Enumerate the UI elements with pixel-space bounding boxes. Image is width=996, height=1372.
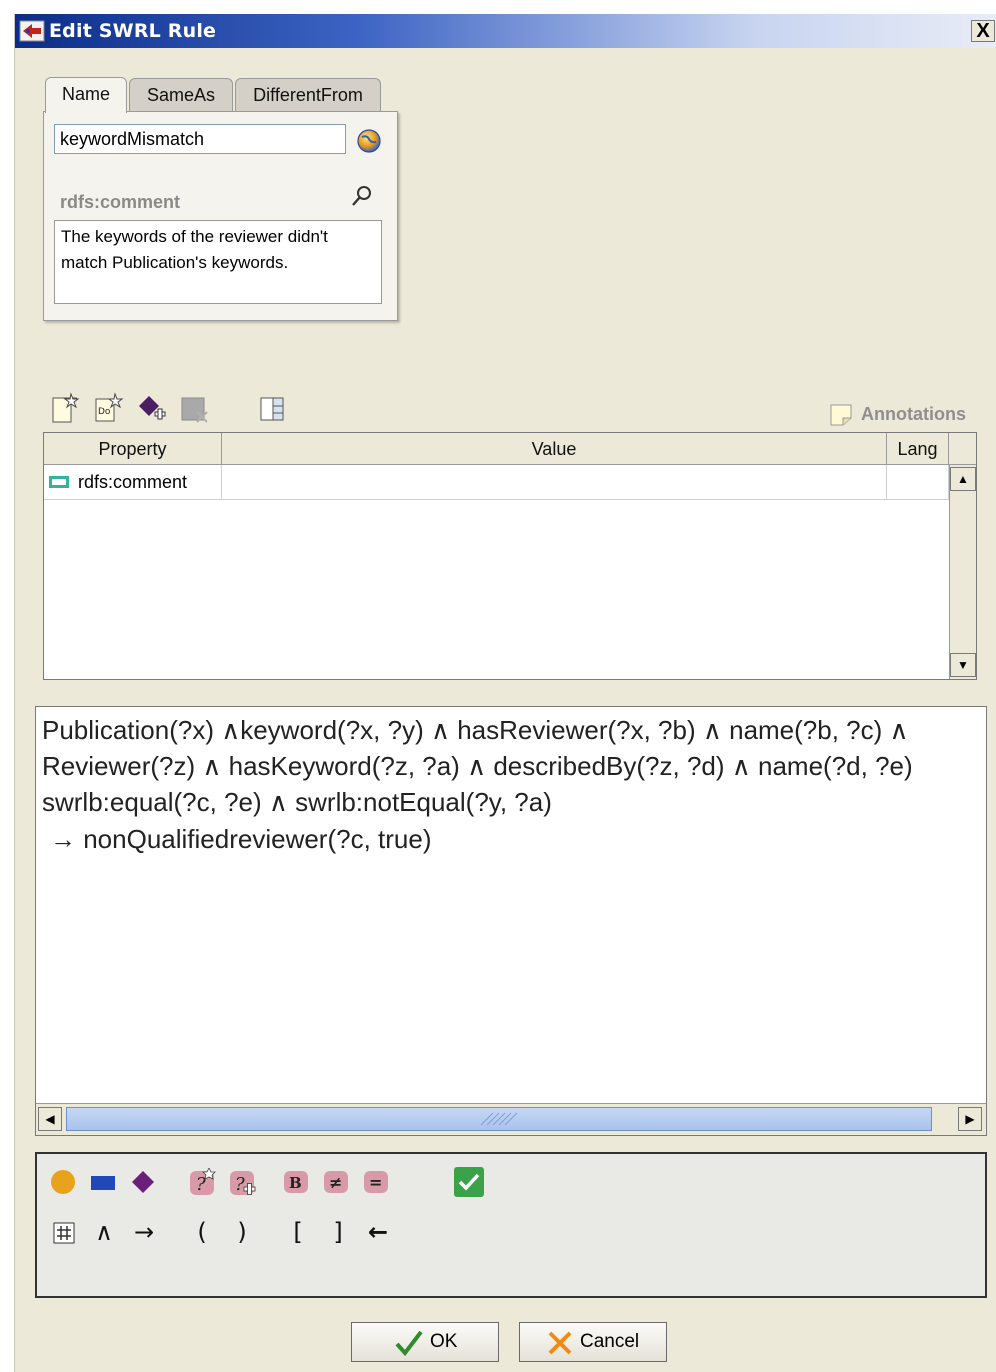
ok-check-icon (395, 1330, 423, 1357)
annotations-icon (830, 404, 852, 426)
tab-name[interactable]: Name (45, 77, 127, 113)
tab-sameas[interactable]: SameAs (129, 78, 233, 112)
column-header-corner (949, 433, 976, 465)
comment-textarea[interactable]: The keywords of the reviewer didn't matc… (54, 220, 382, 304)
name-panel: keywordMismatch rdfs:comment The keyword… (43, 111, 398, 321)
different-icon[interactable]: ≠ (323, 1168, 351, 1196)
builtin-icon[interactable]: B (283, 1168, 311, 1196)
scroll-right-icon[interactable]: ▶ (958, 1107, 982, 1131)
hash-symbol[interactable] (49, 1218, 79, 1250)
view-columns-icon[interactable] (257, 392, 289, 424)
ok-label: OK (430, 1331, 458, 1352)
rule-line-1: Publication(?x) ∧keyword(?x, ?y) ∧ hasRe… (42, 715, 909, 745)
class-circle-icon[interactable] (49, 1168, 77, 1196)
add-individual-icon[interactable] (137, 392, 169, 424)
edit-swrl-rule-dialog: Edit SWRL Rule X Name SameAs DifferentFr… (14, 14, 996, 1372)
property-rect-icon[interactable] (89, 1168, 117, 1196)
svg-text:Do: Do (98, 407, 111, 417)
close-bracket-symbol[interactable]: ] (323, 1218, 353, 1246)
comment-label: rdfs:comment (60, 192, 181, 212)
same-label: = (369, 1173, 382, 1192)
backspace-symbol[interactable]: ← (363, 1218, 393, 1246)
annotations-label: Annotations (861, 404, 966, 424)
check-icon[interactable] (453, 1166, 485, 1198)
annotation-property-icon (49, 476, 69, 488)
swrl-rule-icon (19, 20, 45, 42)
grid-icon (53, 1222, 75, 1244)
builtin-label: B (289, 1174, 302, 1192)
delete-annotation-icon[interactable] (179, 392, 211, 424)
table-vertical-scrollbar[interactable]: ▲ ▼ (949, 465, 976, 679)
open-paren-symbol[interactable]: ( (187, 1218, 217, 1246)
globe-icon[interactable] (356, 128, 382, 154)
scroll-left-icon[interactable]: ◀ (38, 1107, 62, 1131)
cell-property: rdfs:comment (78, 472, 188, 492)
close-button[interactable]: X (971, 20, 995, 42)
table-row[interactable]: rdfs:comment (44, 465, 222, 500)
different-label: ≠ (329, 1173, 342, 1192)
annotations-table: Property Value Lang rdfs:comment ▲ ▼ (43, 432, 977, 680)
cancel-label: Cancel (580, 1331, 640, 1352)
scroll-down-icon[interactable]: ▼ (950, 653, 976, 677)
implies-symbol[interactable]: → (129, 1218, 159, 1246)
ok-button[interactable]: OK (351, 1322, 499, 1362)
cell-lang[interactable] (887, 465, 949, 500)
open-bracket-symbol[interactable]: [ (283, 1218, 313, 1246)
and-symbol[interactable]: ∧ (89, 1218, 119, 1246)
column-header-lang[interactable]: Lang (887, 433, 949, 465)
close-paren-symbol[interactable]: ) (227, 1218, 257, 1246)
rule-editor[interactable]: Publication(?x) ∧keyword(?x, ?y) ∧ hasRe… (35, 706, 987, 1136)
grip-icon (480, 1112, 518, 1126)
same-icon[interactable]: = (363, 1168, 391, 1196)
cancel-button[interactable]: Cancel (519, 1322, 667, 1362)
scroll-up-icon[interactable]: ▲ (950, 467, 976, 491)
rule-line-3: swrlb:equal(?c, ?e) ∧ swrlb:notEqual(?y,… (42, 787, 552, 817)
svg-text:?: ? (235, 1174, 245, 1195)
scroll-thumb[interactable] (66, 1107, 932, 1131)
column-header-property[interactable]: Property (44, 433, 222, 465)
cell-value[interactable] (222, 465, 887, 500)
cancel-x-icon (548, 1331, 572, 1355)
new-variable-icon[interactable]: ? (229, 1168, 257, 1196)
tab-differentfrom[interactable]: DifferentFrom (235, 78, 381, 112)
individual-diamond-icon[interactable] (129, 1168, 157, 1196)
window-title: Edit SWRL Rule (49, 20, 217, 42)
rule-name-input[interactable]: keywordMismatch (54, 124, 346, 154)
search-icon[interactable] (350, 184, 374, 208)
column-header-value[interactable]: Value (222, 433, 887, 465)
create-datatype-annotation-icon[interactable]: Do (93, 392, 125, 424)
variable-icon[interactable]: ? (189, 1168, 217, 1196)
svg-text:?: ? (196, 1174, 206, 1195)
create-annotation-icon[interactable] (49, 392, 81, 424)
rule-horizontal-scrollbar[interactable]: ◀ ▶ (36, 1103, 986, 1135)
rule-line-4: → nonQualifiedreviewer(?c, true) (50, 824, 432, 854)
rule-line-2: Reviewer(?z) ∧ hasKeyword(?z, ?a) ∧ desc… (42, 751, 913, 781)
title-bar[interactable]: Edit SWRL Rule X (15, 14, 996, 48)
symbol-palette: ? ? B ≠ = ∧ → () [] ← (35, 1152, 987, 1298)
